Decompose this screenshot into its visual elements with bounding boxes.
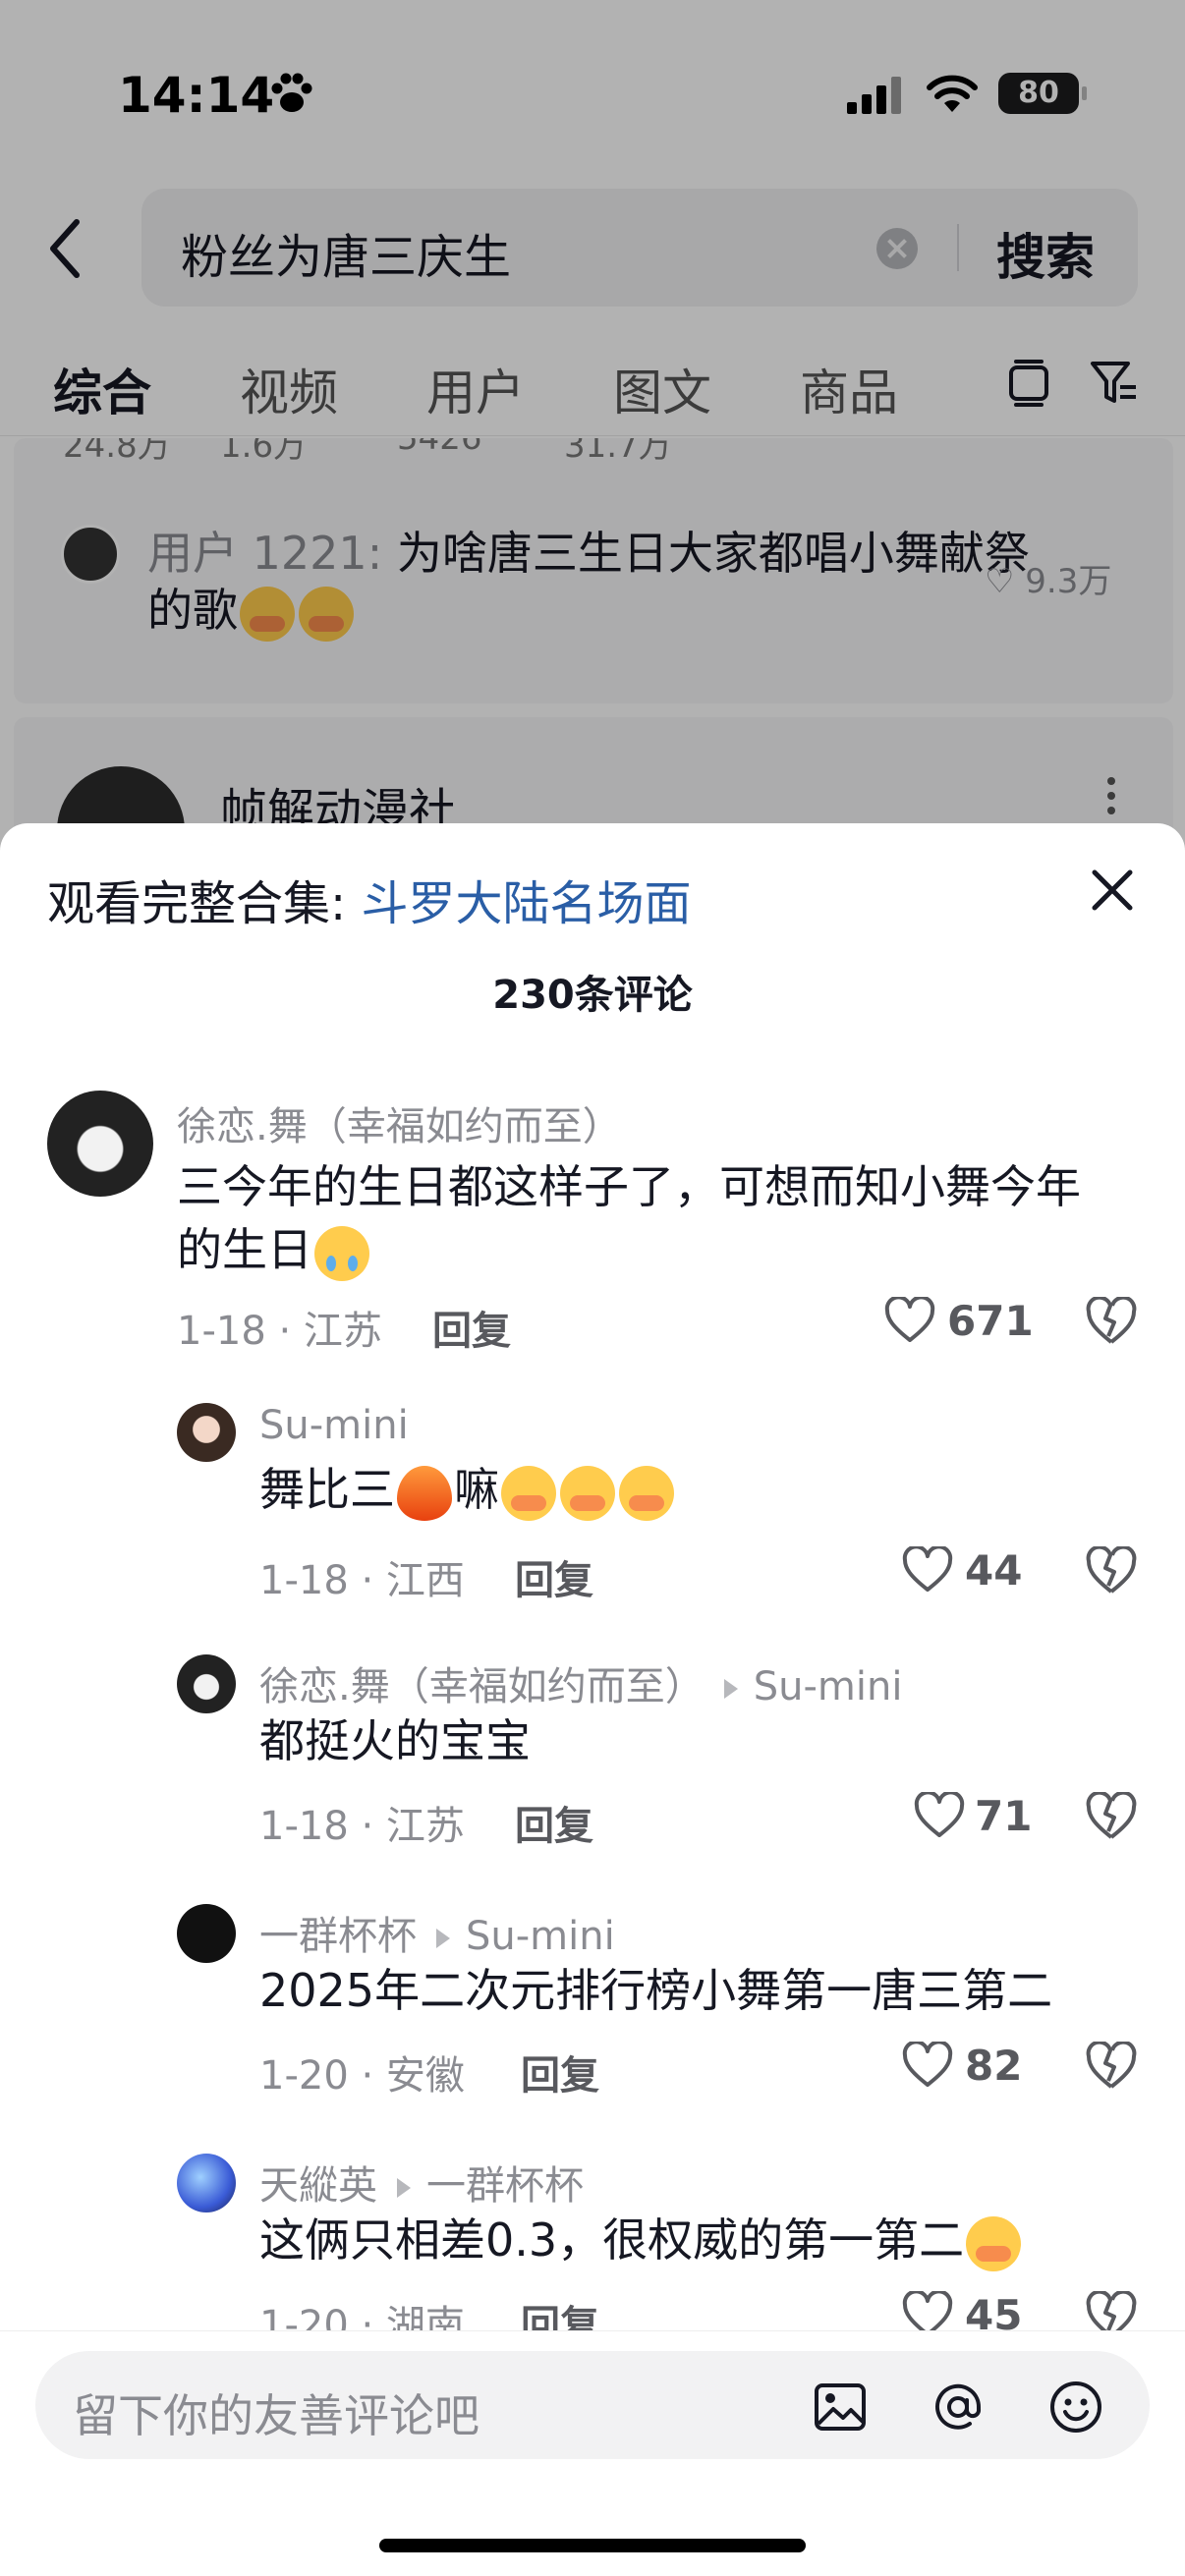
avatar[interactable]: [177, 1403, 236, 1462]
avatar[interactable]: [177, 1904, 236, 1963]
comment-sheet: 观看完整合集: 斗罗大陆名场面 230条评论 徐恋.舞（幸福如约而至） 三今年的…: [0, 823, 1185, 2576]
image-icon[interactable]: [812, 2379, 869, 2436]
reply-button[interactable]: 回复: [515, 1794, 593, 1851]
comment-input[interactable]: 留下你的友善评论吧: [35, 2351, 1150, 2459]
comment-date-location: 1-20 · 安徽: [259, 2053, 465, 2099]
like-heart-icon[interactable]: [914, 1792, 965, 1839]
comment-text: 三今年的生日都这样子了，可想而知小舞今年的生日: [177, 1155, 1120, 1281]
like-heart-icon[interactable]: [902, 2042, 953, 2089]
collection-link-row[interactable]: 观看完整合集: 斗罗大陆名场面: [47, 865, 691, 933]
comment-date-location: 1-18 · 江西: [259, 1558, 465, 1603]
overlay-scrim[interactable]: [0, 0, 1185, 884]
comment-date-location: 1-18 · 江苏: [177, 1309, 382, 1354]
emoji-icon[interactable]: [1047, 2379, 1104, 2436]
fire-emoji-icon: [397, 1465, 452, 1521]
comment-user-thread[interactable]: 一群杯杯 Su-mini: [259, 1904, 615, 1961]
like-count: 44: [965, 1546, 1023, 1595]
comment-text: 这俩只相差0.3，很权威的第一第二: [259, 2209, 1144, 2271]
comment-user[interactable]: 徐恋.舞（幸福如约而至）: [177, 1094, 622, 1151]
mention-icon[interactable]: [930, 2379, 987, 2436]
like-count: 71: [975, 1792, 1033, 1840]
dislike-heart-icon[interactable]: [1085, 1792, 1138, 1841]
comment-text: 都挺火的宝宝: [259, 1714, 531, 1767]
like-count: 671: [947, 1297, 1034, 1345]
home-indicator: [379, 2539, 806, 2552]
like-count: 82: [965, 2042, 1023, 2090]
reply-arrow-icon: [723, 1679, 738, 1699]
blush-face-emoji-icon: [966, 2215, 1022, 2271]
collection-prefix: 观看完整合集:: [47, 876, 347, 931]
reply-button[interactable]: 回复: [521, 2044, 599, 2100]
dislike-heart-icon[interactable]: [1085, 2042, 1138, 2091]
reply-button[interactable]: 回复: [432, 1299, 511, 1356]
shy-face-emoji-icon: [619, 1465, 674, 1521]
close-icon[interactable]: [1085, 863, 1140, 918]
comment-date-location: 1-18 · 江苏: [259, 1804, 465, 1849]
comment-text: 2025年二次元排行榜小舞第一唐三第二: [259, 1964, 1053, 2017]
avatar[interactable]: [177, 2154, 236, 2212]
comment-user-thread[interactable]: 天縱英 一群杯杯: [259, 2154, 584, 2211]
dislike-heart-icon[interactable]: [1085, 1297, 1138, 1346]
crying-face-emoji-icon: [314, 1225, 369, 1281]
comment-user-thread[interactable]: 徐恋.舞（幸福如约而至） Su-mini: [259, 1654, 902, 1711]
shy-face-emoji-icon: [501, 1465, 556, 1521]
avatar[interactable]: [47, 1091, 153, 1197]
dislike-heart-icon[interactable]: [1085, 1546, 1138, 1596]
collection-link[interactable]: 斗罗大陆名场面: [361, 876, 691, 931]
like-heart-icon[interactable]: [902, 1546, 953, 1594]
comment-user[interactable]: Su-mini: [259, 1403, 409, 1448]
comment-input-placeholder[interactable]: 留下你的友善评论吧: [73, 2380, 480, 2445]
reply-arrow-icon: [397, 2178, 411, 2198]
comment-text: 舞比三嘛: [259, 1458, 1124, 1521]
reply-arrow-icon: [436, 1929, 450, 1948]
comment-count: 230条评论: [492, 973, 693, 1018]
reply-button[interactable]: 回复: [515, 1548, 593, 1605]
avatar[interactable]: [177, 1654, 236, 1713]
like-heart-icon[interactable]: [884, 1297, 935, 1344]
shy-face-emoji-icon: [560, 1465, 615, 1521]
